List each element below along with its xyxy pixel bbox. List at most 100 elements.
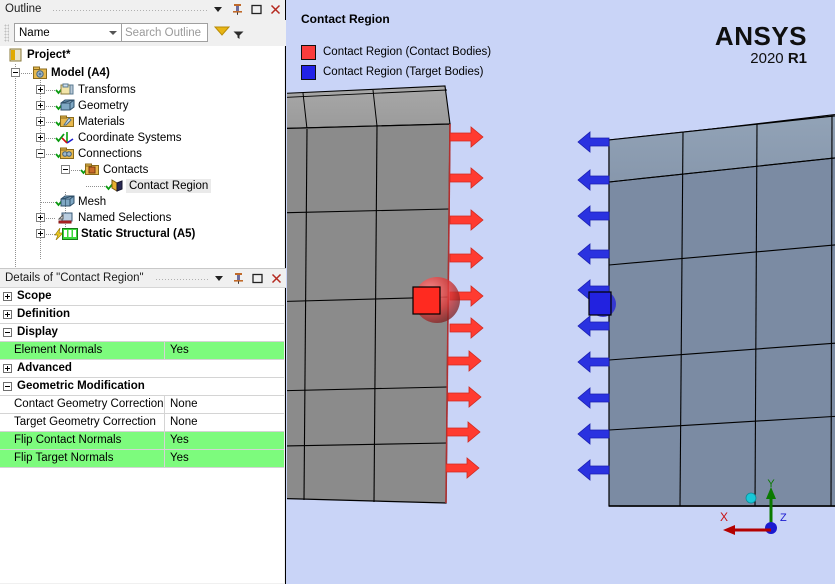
- tree-label-connections: Connections: [78, 147, 142, 161]
- details-close-icon[interactable]: [269, 271, 283, 285]
- tree-label-transforms: Transforms: [78, 83, 136, 97]
- search-outline-box[interactable]: [122, 23, 208, 42]
- tree-item-coordinate-systems[interactable]: Coordinate Systems: [0, 130, 284, 146]
- details-category-advanced[interactable]: Advanced: [0, 360, 284, 378]
- details-key: Element Normals: [0, 342, 165, 359]
- tree-label-mesh: Mesh: [78, 195, 106, 209]
- outline-close-icon[interactable]: [268, 2, 282, 16]
- tree-label-materials: Materials: [78, 115, 125, 129]
- expand-toggle-definition[interactable]: [3, 310, 12, 319]
- 3d-scene[interactable]: Y Z X: [287, 0, 835, 584]
- tree-connector: [41, 202, 56, 203]
- details-category-definition[interactable]: Definition: [0, 306, 284, 324]
- details-category-label: Display: [17, 326, 58, 338]
- collapse-toggle-model[interactable]: [11, 68, 20, 77]
- expand-all-icon[interactable]: [214, 25, 230, 40]
- details-category-label: Definition: [17, 308, 70, 320]
- tree-item-transforms[interactable]: Transforms: [0, 82, 284, 98]
- search-input[interactable]: [122, 24, 205, 41]
- collapse-toggle-geometric-modification[interactable]: [3, 382, 12, 391]
- details-category-scope[interactable]: Scope: [0, 288, 284, 306]
- tree-connector: [86, 186, 106, 187]
- details-category-label: Geometric Modification: [17, 380, 145, 392]
- details-category-geometric-modification[interactable]: Geometric Modification: [0, 378, 284, 396]
- toolbar-grip[interactable]: [4, 24, 9, 42]
- tree-connector: [46, 218, 56, 219]
- expand-toggle-static-structural[interactable]: [36, 229, 45, 238]
- details-row-flip-target-normals[interactable]: Flip Target Normals Yes: [0, 450, 284, 468]
- details-category-label: Scope: [17, 290, 52, 302]
- collapse-toggle-display[interactable]: [3, 328, 12, 337]
- tree-label-named-selections: Named Selections: [78, 211, 171, 225]
- details-category-display[interactable]: Display: [0, 324, 284, 342]
- details-value[interactable]: Yes: [165, 450, 284, 467]
- filter-icon[interactable]: [233, 31, 244, 43]
- expand-toggle-scope[interactable]: [3, 292, 12, 301]
- tree-label-coordinate-systems: Coordinate Systems: [78, 131, 182, 145]
- details-row-target-geometry-correction[interactable]: Target Geometry Correction None: [0, 414, 284, 432]
- target-body-mesh[interactable]: [609, 108, 835, 506]
- details-pin-icon[interactable]: [231, 271, 245, 285]
- collapse-toggle-contacts[interactable]: [61, 165, 70, 174]
- expand-toggle-advanced[interactable]: [3, 364, 12, 373]
- tree-item-named-selections[interactable]: Named Selections: [0, 210, 284, 226]
- details-row-contact-geometry-correction[interactable]: Contact Geometry Correction None: [0, 396, 284, 414]
- outline-panel-header: Outline: [0, 0, 285, 21]
- details-value[interactable]: None: [165, 396, 284, 413]
- graphics-viewport[interactable]: Y Z X Contact Region Contact Region (Con…: [287, 0, 835, 584]
- legend-item-target-bodies: Contact Region (Target Bodies): [301, 62, 491, 82]
- details-panel-header: Details of "Contact Region": [0, 268, 286, 288]
- expand-toggle-named-selections[interactable]: [36, 213, 45, 222]
- project-icon: [9, 48, 23, 65]
- tree-label-contact-region: Contact Region: [126, 179, 211, 193]
- legend-swatch-target: [301, 65, 316, 80]
- legend-label-contact: Contact Region (Contact Bodies): [323, 46, 491, 58]
- tree-item-project[interactable]: Project*: [0, 46, 284, 64]
- legend-swatch-contact: [301, 45, 316, 60]
- expand-toggle-coordinate-systems[interactable]: [36, 133, 45, 142]
- geometry-icon: [60, 99, 75, 115]
- tree-item-contacts[interactable]: Contacts: [0, 162, 284, 178]
- tree-label-project: Project*: [27, 48, 70, 62]
- details-key: Flip Target Normals: [0, 450, 165, 467]
- outline-title-dotfill: [52, 9, 207, 12]
- outline-panel-title: Outline: [5, 3, 41, 15]
- tree-item-model[interactable]: Model (A4): [0, 64, 284, 82]
- outline-dropdown-icon[interactable]: [211, 2, 225, 16]
- outline-tree: Project* Model (A4): [0, 46, 284, 268]
- coordinate-systems-icon: [61, 131, 74, 147]
- expand-toggle-materials[interactable]: [36, 117, 45, 126]
- details-maximize-icon[interactable]: [250, 271, 264, 285]
- tree-item-connections[interactable]: Connections: [0, 146, 284, 162]
- details-properties-table: Scope Definition Display Element Normals…: [0, 288, 284, 583]
- target-normal-marker: [589, 291, 616, 317]
- tree-item-materials[interactable]: Materials: [0, 114, 284, 130]
- contact-legend: Contact Region (Contact Bodies) Contact …: [301, 42, 491, 82]
- tree-item-static-structural[interactable]: Static Structural (A5): [0, 226, 284, 242]
- details-value[interactable]: Yes: [165, 342, 284, 359]
- collapse-toggle-connections[interactable]: [36, 149, 45, 158]
- details-dropdown-icon[interactable]: [212, 271, 226, 285]
- outline-pin-icon[interactable]: [230, 2, 244, 16]
- legend-item-contact-bodies: Contact Region (Contact Bodies): [301, 42, 491, 62]
- details-row-element-normals[interactable]: Element Normals Yes: [0, 342, 284, 360]
- ansys-version-year: 2020: [750, 50, 783, 67]
- details-key: Contact Geometry Correction: [0, 396, 165, 413]
- details-row-flip-contact-normals[interactable]: Flip Contact Normals Yes: [0, 432, 284, 450]
- ansys-branding: ANSYS 2020 R1: [715, 22, 807, 68]
- expand-toggle-transforms[interactable]: [36, 85, 45, 94]
- details-key: Flip Contact Normals: [0, 432, 165, 449]
- outline-toolbar: Name: [0, 20, 286, 46]
- tree-item-geometry[interactable]: Geometry: [0, 98, 284, 114]
- outline-name-combo[interactable]: Name: [14, 23, 122, 42]
- details-value[interactable]: Yes: [165, 432, 284, 449]
- tree-item-contact-region[interactable]: Contact Region: [0, 178, 284, 194]
- expand-toggle-geometry[interactable]: [36, 101, 45, 110]
- details-value[interactable]: None: [165, 414, 284, 431]
- mesh-icon: [60, 195, 75, 211]
- tree-item-mesh[interactable]: Mesh: [0, 194, 284, 210]
- details-key: Target Geometry Correction: [0, 414, 165, 431]
- tree-label-model: Model (A4): [51, 66, 110, 80]
- outline-maximize-icon[interactable]: [249, 2, 263, 16]
- static-structural-icon: [62, 228, 78, 243]
